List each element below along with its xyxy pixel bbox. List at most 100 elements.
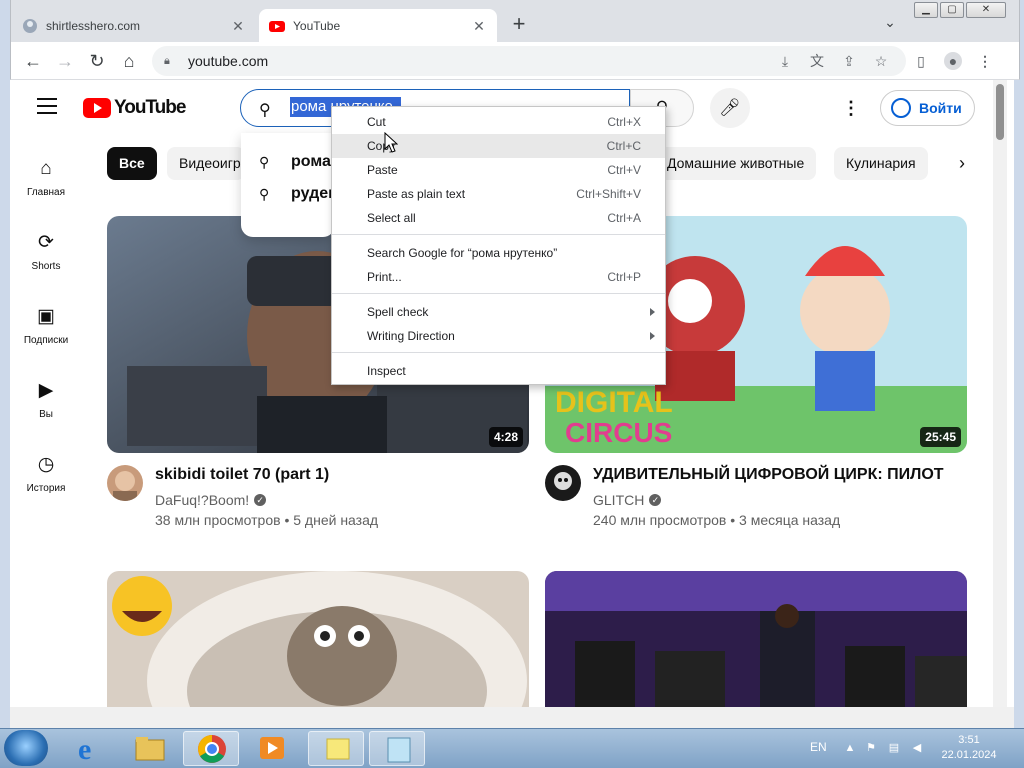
suggestion-item[interactable]: ⚲ руден bbox=[259, 185, 338, 203]
home-icon[interactable]: ⌂ bbox=[118, 50, 140, 72]
menu-item-search-google[interactable]: Search Google for “рома нрутенко” bbox=[332, 241, 665, 265]
internet-explorer-icon[interactable]: e bbox=[62, 731, 118, 766]
tab-shirtlesshero[interactable]: shirtlesshero.com ✕ bbox=[12, 9, 256, 42]
suggestion-item[interactable]: ⚲ рома bbox=[259, 153, 331, 171]
page-scrollbar[interactable] bbox=[993, 80, 1007, 707]
shorts-icon: ⟳ bbox=[38, 232, 54, 253]
verified-check-icon: ✓ bbox=[254, 494, 267, 506]
menu-item-copy[interactable]: Copy Ctrl+C bbox=[332, 134, 665, 158]
tab-title: shirtlesshero.com bbox=[46, 18, 141, 33]
menu-item-print[interactable]: Print... Ctrl+P bbox=[332, 265, 665, 289]
menu-item-cut[interactable]: Cut Ctrl+X bbox=[332, 110, 665, 134]
youtube-play-icon bbox=[83, 98, 111, 118]
signin-button[interactable]: Войти bbox=[880, 90, 975, 126]
minimize-button[interactable]: ▁ bbox=[914, 2, 938, 18]
clock-date: 22.01.2024 bbox=[941, 749, 997, 761]
sidebar-item-label: Вы bbox=[39, 409, 53, 420]
lock-icon: 🔒︎ bbox=[164, 55, 170, 67]
reload-icon[interactable]: ↻ bbox=[86, 50, 108, 72]
sidebar-item-you[interactable]: ▶ Вы bbox=[14, 379, 78, 420]
signin-label: Войти bbox=[919, 100, 962, 116]
new-tab-button[interactable]: + bbox=[508, 13, 530, 36]
action-center-icon[interactable]: ⚑ bbox=[864, 741, 878, 755]
bookmark-star-icon[interactable]: ☆ bbox=[872, 52, 890, 70]
history-icon: ◷ bbox=[37, 454, 55, 475]
tab-close-icon[interactable]: ✕ bbox=[471, 18, 487, 34]
share-icon[interactable]: ⇪ bbox=[840, 52, 858, 70]
menu-item-select-all[interactable]: Select all Ctrl+A bbox=[332, 206, 665, 230]
side-panel-icon[interactable]: ▯ bbox=[912, 52, 930, 70]
url-text: youtube.com bbox=[188, 53, 269, 69]
menu-item-paste-plain[interactable]: Paste as plain text Ctrl+Shift+V bbox=[332, 182, 665, 206]
volume-muted-icon[interactable]: ◀ bbox=[910, 741, 924, 755]
sidebar-item-subscriptions[interactable]: ▣ Подписки bbox=[14, 305, 78, 346]
search-icon: ⚲ bbox=[259, 153, 270, 170]
circus-text: CIRCUS bbox=[565, 417, 672, 448]
tab-close-icon[interactable]: ✕ bbox=[230, 18, 246, 34]
sidebar-item-shorts[interactable]: ⟳ Shorts bbox=[14, 231, 78, 272]
chevron-right-icon[interactable]: › bbox=[950, 151, 974, 175]
language-indicator[interactable]: EN bbox=[810, 740, 827, 754]
menu-item-paste[interactable]: Paste Ctrl+V bbox=[332, 158, 665, 182]
chrome-taskbar-icon[interactable] bbox=[183, 731, 239, 766]
sidebar-item-label: Подписки bbox=[23, 335, 69, 346]
submenu-arrow-icon bbox=[650, 332, 655, 340]
sticky-notes-icon[interactable] bbox=[308, 731, 364, 766]
browser-menu-icon[interactable]: ⋮ bbox=[976, 52, 994, 70]
maximize-button[interactable]: ▢ bbox=[940, 2, 964, 18]
voice-search-mic-icon[interactable]: 🎤︎ bbox=[710, 88, 750, 128]
chip-pets[interactable]: Домашние животные bbox=[655, 147, 817, 180]
profile-icon[interactable]: ● bbox=[944, 52, 962, 70]
network-icon[interactable]: ▤ bbox=[887, 741, 901, 755]
scrollbar-thumb[interactable] bbox=[996, 84, 1004, 140]
video-meta: 38 млн просмотров • 5 дней назад bbox=[155, 512, 378, 528]
forward-arrow-icon[interactable]: → bbox=[54, 50, 76, 72]
subscriptions-icon: ▣ bbox=[37, 306, 55, 327]
video-title[interactable]: skibidi toilet 70 (part 1) bbox=[155, 466, 329, 484]
menu-item-shortcut: Ctrl+V bbox=[607, 163, 641, 177]
menu-item-label: Writing Direction bbox=[367, 329, 455, 343]
video-thumbnail[interactable] bbox=[107, 571, 529, 707]
search-suggestions: ⚲ рома ⚲ руден bbox=[241, 133, 338, 237]
menu-item-label: Search Google for “рома нрутенко” bbox=[367, 246, 558, 260]
settings-more-icon[interactable]: ⋮ bbox=[842, 98, 860, 118]
menu-item-shortcut: Ctrl+C bbox=[606, 139, 641, 153]
file-explorer-icon[interactable] bbox=[122, 731, 178, 766]
channel-avatar[interactable] bbox=[107, 465, 143, 501]
menu-hamburger-icon[interactable] bbox=[37, 98, 57, 114]
youtube-logo[interactable]: YouTube bbox=[83, 96, 186, 120]
sidebar-item-home[interactable]: ⌂ Главная bbox=[14, 157, 78, 198]
menu-item-writing-direction[interactable]: Writing Direction bbox=[332, 324, 665, 348]
chip-cooking[interactable]: Кулинария bbox=[834, 147, 928, 180]
sidebar-item-history[interactable]: ◷ История bbox=[14, 453, 78, 494]
chip-all[interactable]: Все bbox=[107, 147, 157, 180]
media-player-icon[interactable] bbox=[244, 731, 300, 766]
menu-item-inspect[interactable]: Inspect bbox=[332, 359, 665, 383]
upload-age: 3 месяца назад bbox=[739, 512, 841, 528]
chip-video-games[interactable]: Видеоигры bbox=[167, 147, 245, 180]
video-title[interactable]: УДИВИТЕЛЬНЫЙ ЦИФРОВОЙ ЦИРК: ПИЛОТ bbox=[593, 466, 944, 484]
translate-icon[interactable]: 文 bbox=[808, 52, 826, 70]
close-window-button[interactable]: ✕ bbox=[966, 2, 1006, 18]
show-hidden-icons-icon[interactable]: ▲ bbox=[843, 741, 857, 755]
channel-avatar[interactable] bbox=[545, 465, 581, 501]
system-clock[interactable]: 3:51 22.01.2024 bbox=[938, 733, 1000, 763]
upload-age: 5 дней назад bbox=[293, 512, 379, 528]
clock-time: 3:51 bbox=[958, 734, 980, 746]
tab-search-chevron-icon[interactable]: ⌄ bbox=[880, 14, 900, 34]
back-arrow-icon[interactable]: ← bbox=[22, 50, 44, 72]
channel-name[interactable]: DaFuq!?Boom! ✓ bbox=[155, 492, 267, 508]
video-thumbnail[interactable] bbox=[545, 571, 967, 707]
install-app-icon[interactable]: ⤓ bbox=[776, 52, 794, 70]
menu-item-spell-check[interactable]: Spell check bbox=[332, 300, 665, 324]
duration-badge: 25:45 bbox=[920, 427, 961, 447]
menu-item-label: Spell check bbox=[367, 305, 429, 319]
notepad-icon[interactable] bbox=[369, 731, 425, 766]
site-favicon-icon bbox=[23, 18, 37, 33]
channel-name[interactable]: GLITCH ✓ bbox=[593, 492, 662, 508]
logo-wordmark: YouTube bbox=[114, 97, 186, 118]
tab-youtube[interactable]: YouTube ✕ bbox=[259, 9, 497, 42]
submenu-arrow-icon bbox=[650, 308, 655, 316]
svg-text:e: e bbox=[78, 733, 91, 766]
start-button-windows-icon[interactable] bbox=[4, 730, 48, 766]
